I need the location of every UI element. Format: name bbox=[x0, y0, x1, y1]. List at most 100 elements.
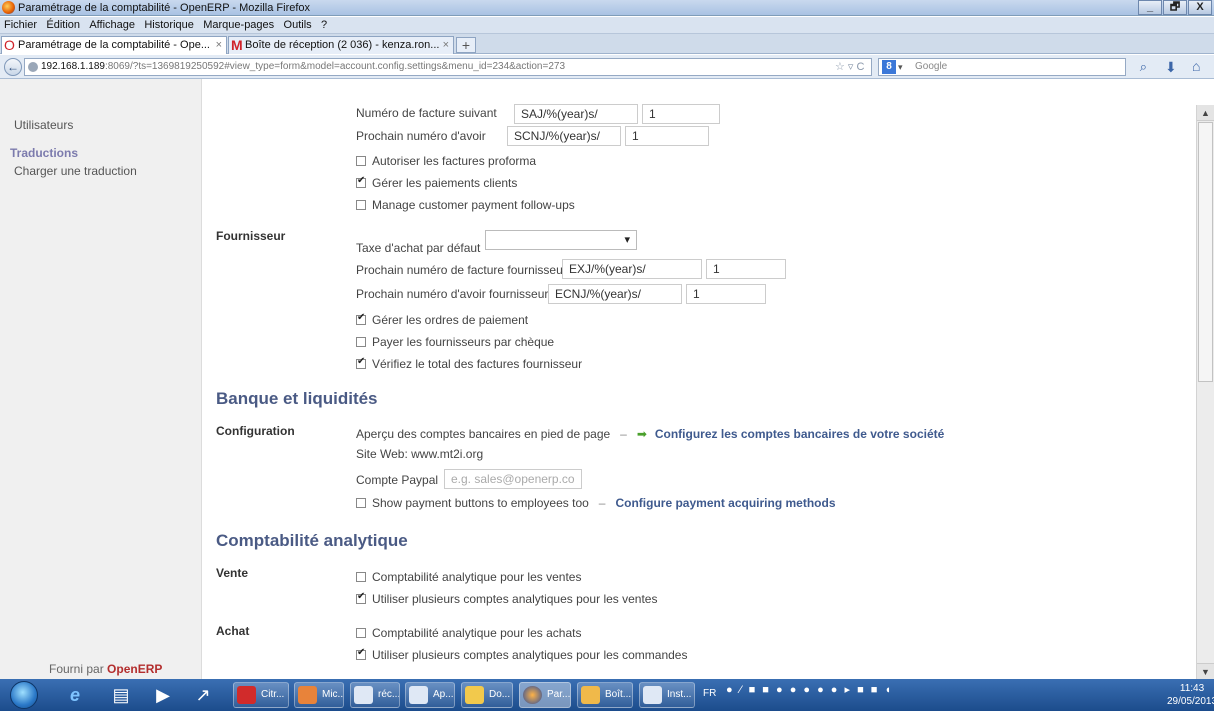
settings-form: Numéro de facture suivant SAJ/%(year)s/ … bbox=[202, 79, 1196, 679]
menu-help[interactable]: ? bbox=[321, 19, 327, 31]
home-icon[interactable]: ⌂ bbox=[1192, 58, 1200, 74]
checkbox-analytic-purchases[interactable]: Comptabilité analytique pour les achats bbox=[356, 626, 581, 640]
checkbox-multi-analytic-sales[interactable]: Utiliser plusieurs comptes analytiques p… bbox=[356, 591, 657, 606]
chart-app-icon[interactable]: ↗ bbox=[190, 683, 216, 707]
menu-edition[interactable]: Édition bbox=[46, 19, 80, 31]
scroll-thumb[interactable] bbox=[1198, 122, 1213, 382]
back-button[interactable]: ← bbox=[4, 58, 22, 76]
url-tools-icons[interactable]: ☆ ▿ C bbox=[835, 60, 864, 73]
checkbox[interactable] bbox=[356, 337, 366, 347]
maximize-button[interactable]: 🗗 bbox=[1163, 0, 1187, 15]
next-refund-number-field[interactable]: 1 bbox=[625, 126, 709, 146]
checkbox-label: Gérer les ordres de paiement bbox=[372, 313, 529, 327]
purchase-tax-select[interactable]: ▾ bbox=[485, 230, 637, 250]
taskbar-item-citrix[interactable]: Citr... bbox=[233, 682, 289, 708]
search-icon[interactable]: ⌕ bbox=[1140, 59, 1147, 75]
sidebar-item-charger-traduction[interactable]: Charger une traduction bbox=[14, 164, 137, 178]
next-invoice-number-field[interactable]: 1 bbox=[642, 104, 720, 124]
scroll-up-button[interactable]: ▲ bbox=[1197, 105, 1214, 121]
checkbox[interactable] bbox=[356, 356, 366, 369]
openerp-link[interactable]: OpenERP bbox=[107, 662, 162, 676]
checkbox[interactable] bbox=[356, 498, 366, 508]
scroll-down-button[interactable]: ▼ bbox=[1197, 663, 1214, 679]
checkbox-pay-by-check[interactable]: Payer les fournisseurs par chèque bbox=[356, 335, 554, 349]
new-tab-button[interactable]: + bbox=[456, 37, 476, 53]
next-refund-field[interactable]: SCNJ/%(year)s/ bbox=[507, 126, 621, 146]
payment-acquiring-link[interactable]: Configure payment acquiring methods bbox=[615, 496, 835, 510]
checkbox-proforma[interactable]: Autoriser les factures proforma bbox=[356, 154, 536, 168]
menu-fichier[interactable]: Fichier bbox=[4, 19, 37, 31]
taskbar-item-firefox[interactable]: Par... bbox=[519, 682, 571, 708]
bank-accounts-label: Aperçu des comptes bancaires en pied de … bbox=[356, 427, 611, 441]
url-path: :8069/?ts=1369819250592#view_type=form&m… bbox=[104, 61, 566, 72]
media-player-icon[interactable]: ▶ bbox=[150, 683, 176, 707]
supplier-invoice-field[interactable]: EXJ/%(year)s/ bbox=[562, 259, 702, 279]
checkbox-check-supplier-total[interactable]: Vérifiez le total des factures fournisse… bbox=[356, 356, 582, 371]
url-host: 192.168.1.189 bbox=[41, 61, 105, 72]
search-engine-dropdown-icon[interactable]: ▾ bbox=[898, 59, 903, 75]
checkbox-payment-followups[interactable]: Manage customer payment follow-ups bbox=[356, 198, 575, 212]
close-button[interactable]: X bbox=[1188, 0, 1212, 15]
menu-affichage[interactable]: Affichage bbox=[89, 19, 135, 31]
checkbox-analytic-sales[interactable]: Comptabilité analytique pour les ventes bbox=[356, 570, 581, 584]
checkbox[interactable] bbox=[356, 312, 366, 325]
sidebar: Utilisateurs Traductions Charger une tra… bbox=[0, 79, 202, 679]
checkbox-label: Manage customer payment follow-ups bbox=[372, 198, 575, 212]
google-icon[interactable]: 8 bbox=[882, 60, 896, 74]
tab-close-icon[interactable]: × bbox=[216, 37, 222, 53]
taskbar-item-label: Mic... bbox=[322, 689, 344, 700]
menu-marque-pages[interactable]: Marque-pages bbox=[203, 19, 274, 31]
sidebar-item-utilisateurs[interactable]: Utilisateurs bbox=[14, 118, 73, 132]
checkbox-multi-analytic-orders[interactable]: Utiliser plusieurs comptes analytiques p… bbox=[356, 647, 687, 662]
supplier-refund-field[interactable]: ECNJ/%(year)s/ bbox=[548, 284, 682, 304]
tab-close-icon[interactable]: × bbox=[443, 37, 449, 53]
mail-folder-icon bbox=[581, 686, 600, 704]
checkbox-payment-orders[interactable]: Gérer les ordres de paiement bbox=[356, 312, 529, 327]
vertical-scrollbar[interactable]: ▲ ▼ bbox=[1196, 105, 1214, 679]
checkbox[interactable] bbox=[356, 156, 366, 166]
paypal-label: Compte Paypal bbox=[356, 473, 439, 487]
address-bar[interactable]: 192.168.1.189:8069/?ts=1369819250592#vie… bbox=[24, 58, 872, 76]
taskbar-item-folder[interactable]: Do... bbox=[461, 682, 513, 708]
minimize-button[interactable]: _ bbox=[1138, 0, 1162, 15]
word-document-icon bbox=[409, 686, 428, 704]
configure-bank-accounts-link[interactable]: Configurez les comptes bancaires de votr… bbox=[655, 427, 944, 441]
firefox-icon bbox=[523, 686, 542, 704]
checkbox-label: Autoriser les factures proforma bbox=[372, 154, 537, 168]
page-content: Utilisateurs Traductions Charger une tra… bbox=[0, 79, 1214, 679]
tab-gmail-inbox[interactable]: M Boîte de réception (2 036) - kenza.ron… bbox=[228, 36, 454, 54]
taskbar-clock[interactable]: 11:43 29/05/2013 bbox=[1167, 682, 1214, 708]
tab-openerp-settings[interactable]: O Paramétrage de la comptabilité - Ope..… bbox=[1, 36, 227, 54]
taskbar-item-mailbox[interactable]: Boît... bbox=[577, 682, 633, 708]
language-indicator[interactable]: FR bbox=[703, 688, 716, 699]
taskbar-item-document-2[interactable]: Ap... bbox=[405, 682, 455, 708]
checkbox[interactable] bbox=[356, 591, 366, 604]
site-identity-icon bbox=[28, 62, 38, 72]
next-invoice-field[interactable]: SAJ/%(year)s/ bbox=[514, 104, 638, 124]
checkbox[interactable] bbox=[356, 175, 366, 188]
website-text: Site Web: www.mt2i.org bbox=[356, 447, 484, 461]
menu-historique[interactable]: Historique bbox=[144, 19, 194, 31]
supplier-invoice-label: Prochain numéro de facture fournisseur bbox=[356, 263, 567, 277]
menu-outils[interactable]: Outils bbox=[284, 19, 312, 31]
taskbar-item-document-3[interactable]: Inst... bbox=[639, 682, 695, 708]
sidebar-heading-traductions[interactable]: Traductions bbox=[10, 146, 78, 160]
separator-dash: – bbox=[598, 496, 606, 510]
taskbar-item-document-1[interactable]: réc... bbox=[350, 682, 400, 708]
supplier-invoice-number-field[interactable]: 1 bbox=[706, 259, 786, 279]
checkbox[interactable] bbox=[356, 200, 366, 210]
supplier-refund-number-field[interactable]: 1 bbox=[686, 284, 766, 304]
search-bar[interactable]: 8 ▾ Google ⌕ bbox=[878, 58, 1147, 76]
paypal-field[interactable]: e.g. sales@openerp.co bbox=[444, 469, 582, 489]
checkbox-show-payment-buttons[interactable]: Show payment buttons to employees too – Co… bbox=[356, 496, 836, 510]
start-button[interactable] bbox=[10, 681, 38, 709]
checkbox[interactable] bbox=[356, 647, 366, 660]
file-explorer-icon[interactable]: ▤ bbox=[108, 683, 134, 707]
checkbox[interactable] bbox=[356, 628, 366, 638]
checkbox[interactable] bbox=[356, 572, 366, 582]
internet-explorer-icon[interactable]: e bbox=[62, 683, 88, 707]
system-tray-icons[interactable]: ● ⁄ ■ ■ ● ● ● ● ● ▸ ■ ■ ◖ bbox=[726, 683, 893, 696]
checkbox-customer-payments[interactable]: Gérer les paiements clients bbox=[356, 175, 517, 190]
download-icon[interactable]: ⬇ bbox=[1165, 59, 1177, 76]
taskbar-item-microsoft[interactable]: Mic... bbox=[294, 682, 344, 708]
